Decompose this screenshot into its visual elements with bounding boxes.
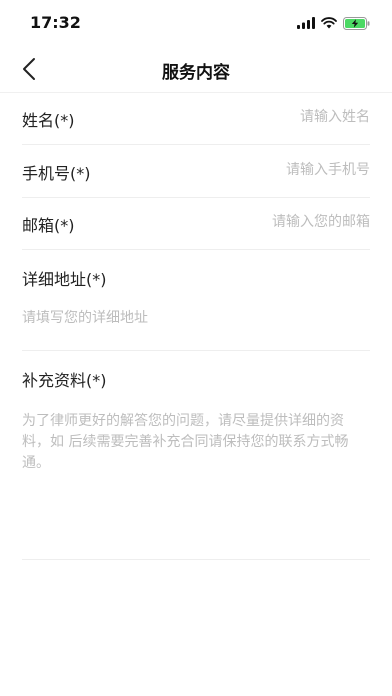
email-label: 邮箱(*) [22, 216, 75, 235]
wifi-icon [321, 17, 337, 29]
email-input[interactable] [170, 208, 370, 236]
supplement-label: 补充资料(*) [22, 371, 107, 390]
email-row: 邮箱(*) [22, 197, 370, 250]
battery-charging-icon [343, 16, 370, 30]
phone-label: 手机号(*) [22, 164, 91, 183]
status-icons [297, 16, 370, 30]
supplement-block: 补充资料(*) [22, 351, 370, 560]
address-textarea[interactable] [22, 308, 370, 338]
name-input[interactable] [170, 103, 370, 131]
status-bar: 17:32 [0, 0, 392, 46]
navigation-bar: 服务内容 [0, 46, 392, 93]
phone-input[interactable] [170, 156, 370, 184]
phone-row: 手机号(*) [22, 145, 370, 198]
address-label: 详细地址(*) [22, 270, 107, 289]
cellular-signal-icon [297, 17, 315, 29]
name-label: 姓名(*) [22, 111, 75, 130]
status-time: 17:32 [30, 13, 81, 32]
name-row: 姓名(*) [22, 92, 370, 145]
page-title: 服务内容 [162, 63, 230, 83]
address-block: 详细地址(*) [22, 250, 370, 351]
supplement-textarea[interactable] [22, 411, 370, 541]
